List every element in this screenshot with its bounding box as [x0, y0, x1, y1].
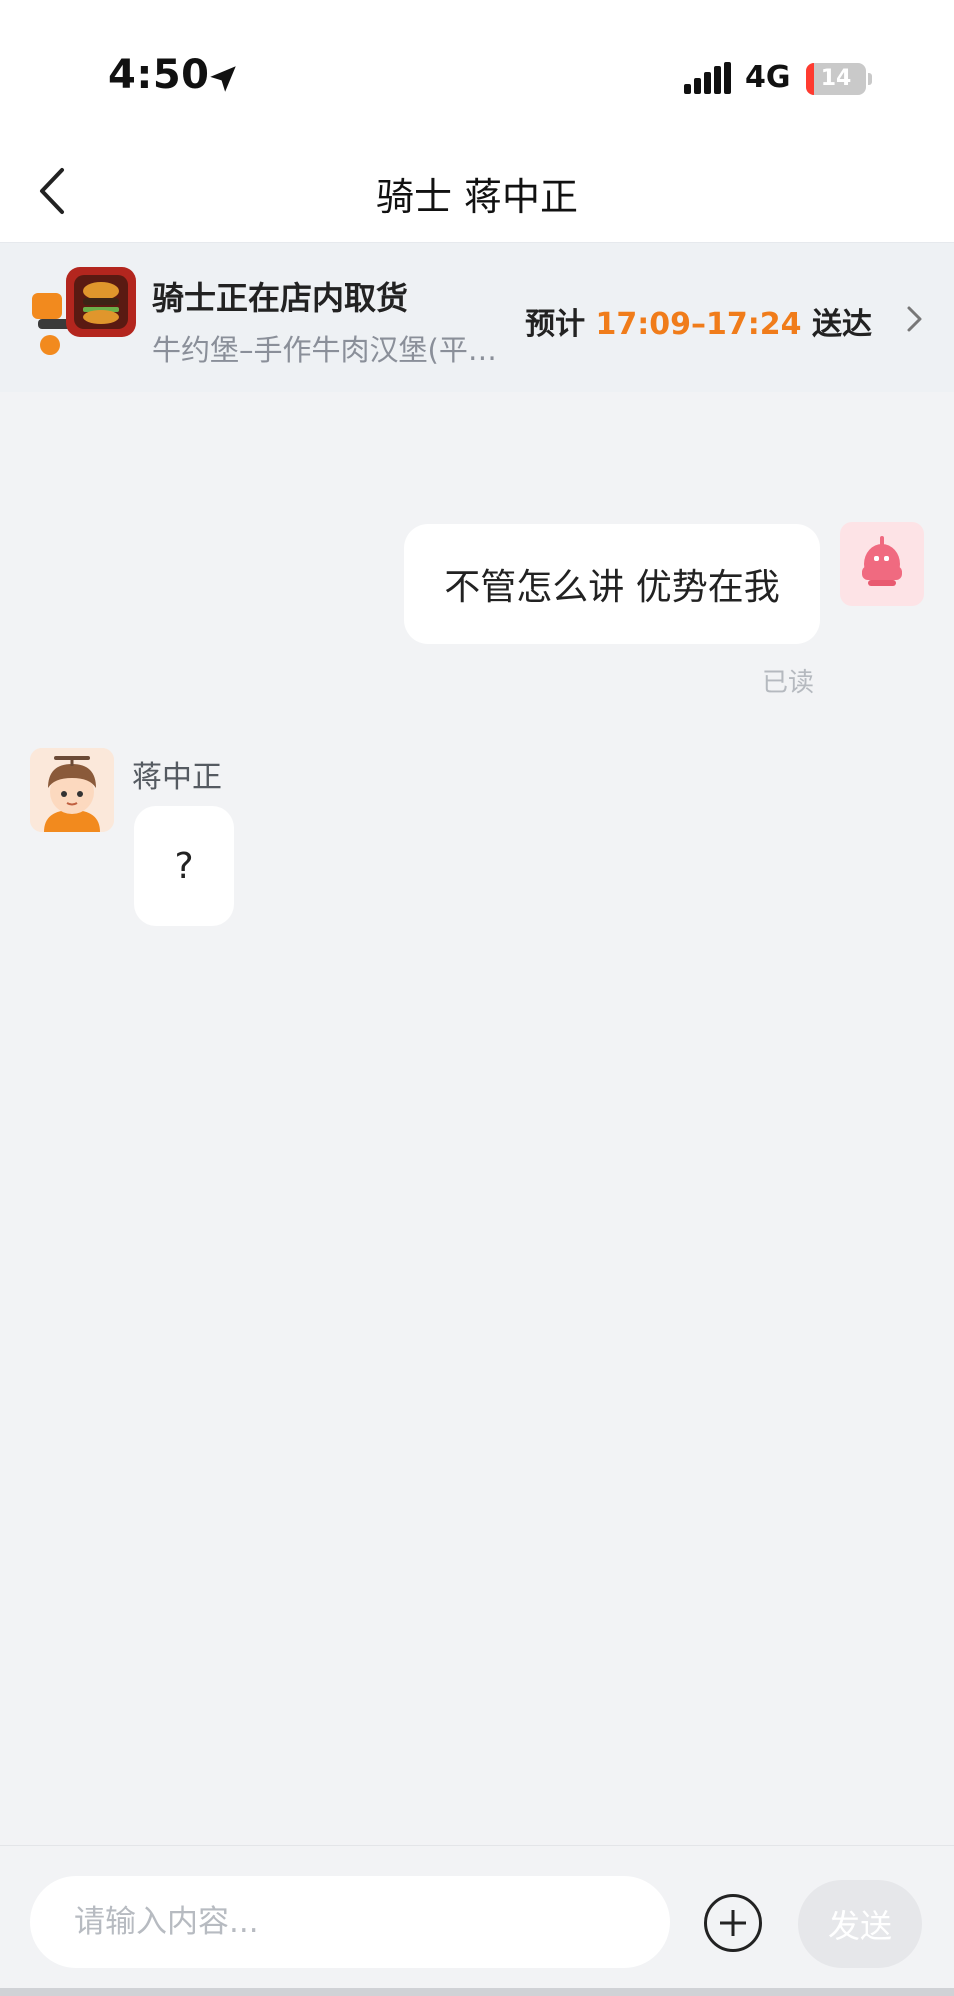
bottom-edge — [0, 1988, 954, 1996]
status-bar: 4:50 4G 14 — [0, 0, 954, 140]
outgoing-message-bubble[interactable]: 不管怎么讲 优势在我 — [404, 524, 820, 644]
battery-percent: 14 — [820, 66, 852, 91]
chevron-right-icon[interactable] — [904, 301, 926, 337]
battery-icon: 14 — [806, 63, 866, 95]
battery-cap — [868, 73, 872, 85]
incoming-message-text: ? — [174, 845, 194, 887]
message-input-bar: 发送 — [0, 1845, 954, 1996]
eta-prefix: 预计 — [525, 307, 586, 342]
plus-icon[interactable] — [704, 1894, 762, 1952]
page-title: 骑士 蒋中正 — [375, 175, 579, 219]
rider-avatar[interactable] — [30, 748, 114, 832]
order-status-card[interactable]: 骑士正在店内取货 牛约堡–手作牛肉汉堡(平… 预计 17:09–17:24 送达 — [0, 242, 954, 392]
send-button[interactable]: 发送 — [798, 1880, 922, 1968]
nav-bar: 骑士 蒋中正 — [0, 140, 954, 242]
incoming-message-bubble[interactable]: ? — [134, 806, 234, 926]
rider-avatar-image — [30, 748, 114, 832]
store-name: 牛约堡–手作牛肉汉堡(平… — [152, 333, 497, 367]
user-avatar[interactable] — [840, 522, 924, 606]
eta-suffix: 送达 — [812, 307, 872, 342]
delivery-eta: 预计 17:09–17:24 送达 — [525, 299, 872, 343]
read-receipt: 已读 — [762, 668, 815, 698]
outgoing-message-text: 不管怎么讲 优势在我 — [444, 567, 780, 608]
rider-name: 蒋中正 — [132, 760, 222, 795]
store-thumbnail — [32, 267, 136, 355]
location-arrow-icon — [210, 66, 236, 92]
eta-time-range: 17:09–17:24 — [595, 307, 802, 342]
user-avatar-image — [862, 536, 902, 586]
signal-icon — [684, 62, 731, 94]
network-type: 4G — [745, 60, 791, 95]
status-time: 4:50 — [108, 52, 210, 98]
message-input[interactable] — [30, 1876, 670, 1968]
order-status-text: 骑士正在店内取货 — [152, 279, 409, 317]
